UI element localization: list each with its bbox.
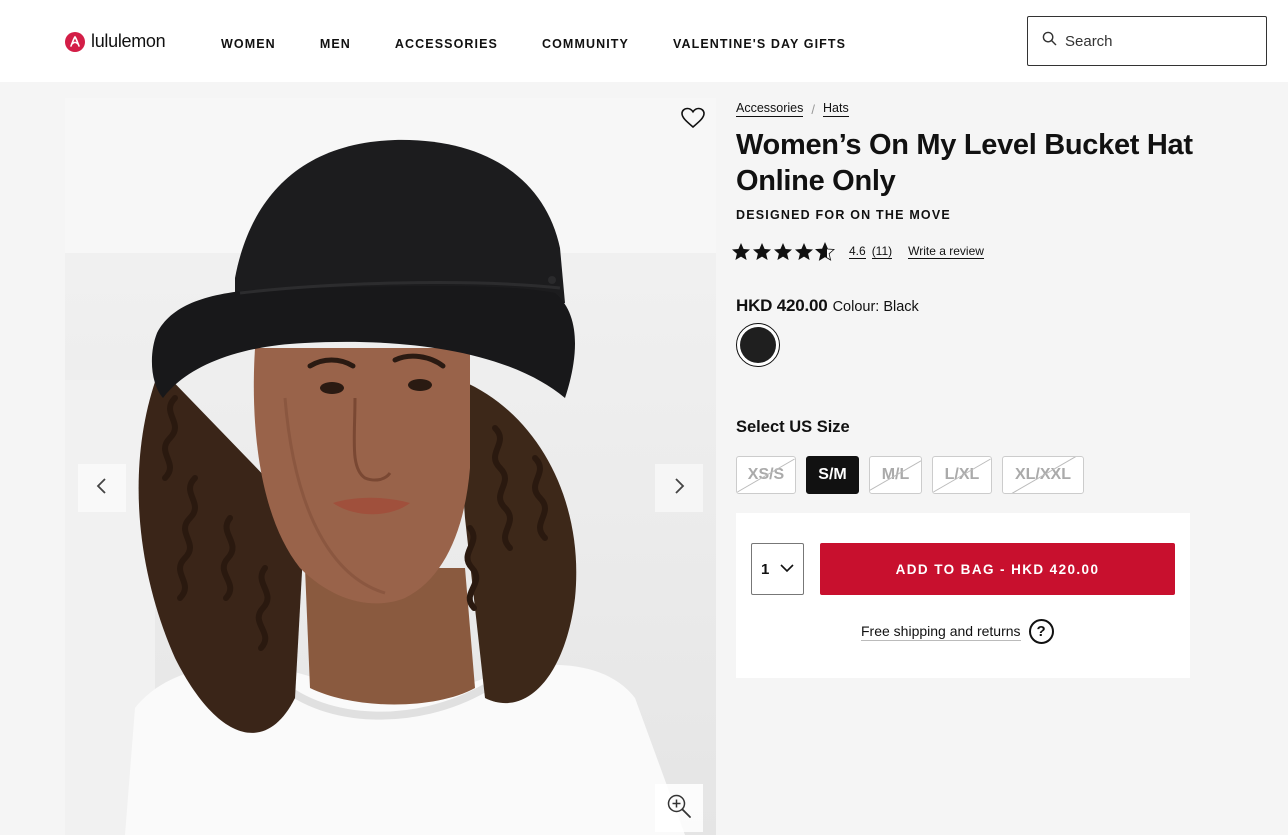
free-shipping-link[interactable]: Free shipping and returns	[861, 623, 1021, 641]
product-title: Women’s On My Level Bucket Hat Online On…	[736, 129, 1193, 197]
next-image-button[interactable]	[655, 464, 703, 512]
quantity-select[interactable]: 1	[751, 543, 804, 595]
main-nav: WOMEN MEN ACCESSORIES COMMUNITY VALENTIN…	[221, 37, 890, 51]
purchase-panel: 1 ADD TO BAG - HKD 420.00 Free shipping …	[736, 513, 1190, 678]
price-row: HKD 420.00 Colour: Black	[736, 296, 919, 316]
write-review-link[interactable]: Write a review	[908, 245, 984, 259]
size-option-xs-s[interactable]: XS/S	[736, 456, 796, 494]
size-heading: Select US Size	[736, 418, 850, 436]
colour-swatch-black[interactable]	[736, 323, 780, 367]
size-option-xl-xxl[interactable]: XL/XXL	[1002, 456, 1084, 494]
zoom-in-icon	[666, 793, 692, 824]
breadcrumb: Accessories / Hats	[736, 101, 849, 117]
nav-community[interactable]: COMMUNITY	[542, 37, 629, 51]
nav-women[interactable]: WOMEN	[221, 37, 276, 51]
add-to-bag-button[interactable]: ADD TO BAG - HKD 420.00	[820, 543, 1175, 595]
chevron-right-icon	[672, 477, 686, 500]
shipping-row: Free shipping and returns ?	[861, 619, 1054, 644]
lululemon-logo-icon	[65, 31, 85, 52]
size-option-l-xl[interactable]: L/XL	[932, 456, 992, 494]
previous-image-button[interactable]	[78, 464, 126, 512]
nav-valentines-day-gifts[interactable]: VALENTINE'S DAY GIFTS	[673, 37, 846, 51]
breadcrumb-separator: /	[811, 101, 816, 117]
search-input[interactable]	[1065, 32, 1245, 50]
brand-name: lululemon	[91, 31, 166, 51]
breadcrumb-accessories[interactable]: Accessories	[736, 101, 804, 117]
heart-icon[interactable]	[679, 104, 707, 132]
review-count[interactable]: (11)	[871, 245, 893, 259]
chevron-left-icon	[95, 477, 109, 500]
size-option-s-m[interactable]: S/M	[806, 456, 859, 494]
rating-value[interactable]: 4.6	[849, 245, 866, 259]
size-option-m-l[interactable]: M/L	[869, 456, 922, 494]
quantity-value: 1	[761, 560, 770, 578]
rating-row: 4.6 (11) Write a review	[731, 242, 984, 262]
model-wearing-bucket-hat-illustration	[65, 98, 716, 835]
site-header: lululemon WOMEN MEN ACCESSORIES COMMUNIT…	[0, 0, 1288, 82]
product-price: HKD 420.00	[736, 296, 828, 315]
question-icon[interactable]: ?	[1028, 619, 1054, 644]
colour-label: Colour: Black	[832, 299, 919, 315]
star-icon	[732, 242, 835, 261]
search-box[interactable]	[1027, 16, 1267, 66]
brand-logo[interactable]: lululemon	[65, 31, 166, 52]
breadcrumb-hats[interactable]: Hats	[823, 101, 849, 117]
size-selector: XS/S S/M M/L L/XL XL/XXL	[736, 456, 1084, 494]
product-tagline: DESIGNED FOR ON THE MOVE	[736, 208, 951, 222]
product-image[interactable]	[65, 98, 716, 835]
swatch-fill	[740, 327, 776, 363]
zoom-button[interactable]	[655, 784, 703, 832]
nav-men[interactable]: MEN	[320, 37, 351, 51]
chevron-down-icon	[779, 560, 795, 578]
search-icon	[1042, 31, 1057, 51]
rating-stars[interactable]	[731, 242, 835, 262]
nav-accessories[interactable]: ACCESSORIES	[395, 37, 498, 51]
